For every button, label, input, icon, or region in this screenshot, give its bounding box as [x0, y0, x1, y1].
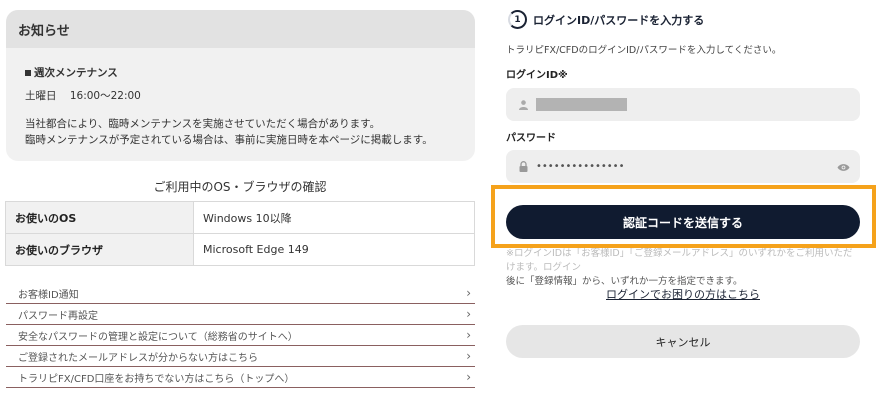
chevron-right-icon: › [466, 370, 471, 384]
eye-icon[interactable] [837, 157, 850, 176]
step-header: 1 ログインID/パスワードを入力する [508, 10, 704, 29]
password-input[interactable]: ••••••••••••••• [506, 150, 860, 183]
env-table: お使いのOS Windows 10以降 お使いのブラウザ Microsoft E… [5, 201, 475, 266]
os-label: お使いのOS [5, 201, 194, 234]
password-label: パスワード [506, 133, 556, 144]
login-id-note: ※ログインIDは「お客様ID」「ご登録メールアドレス」のいずれかをご利用いただけ… [506, 247, 860, 289]
browser-value: Microsoft Edge 149 [193, 233, 475, 266]
link-customer-id-notice[interactable]: お客様ID通知 › [6, 283, 475, 304]
login-help-link[interactable]: ログインでお困りの方はこちら [506, 286, 860, 302]
login-id-label: ログインID※ [506, 70, 568, 81]
link-open-account[interactable]: トラリピFX/CFD口座をお持ちでない方はこちら（トップへ） › [6, 367, 475, 388]
square-bullet-icon [25, 69, 31, 76]
link-forgot-email[interactable]: ご登録されたメールアドレスが分からない方はこちら › [6, 346, 475, 367]
link-password-safety[interactable]: 安全なパスワードの管理と設定について（総務省のサイトへ） › [6, 325, 475, 346]
chevron-right-icon: › [466, 349, 471, 363]
env-check-title: ご利用中のOS・ブラウザの確認 [153, 180, 327, 194]
user-icon [516, 99, 530, 110]
link-password-reset[interactable]: パスワード再設定 › [6, 304, 475, 325]
notice-title: お知らせ [6, 10, 475, 48]
chevron-right-icon: › [466, 286, 471, 300]
link-label: ご登録されたメールアドレスが分からない方はこちら [18, 352, 258, 364]
chevron-right-icon: › [466, 307, 471, 321]
table-row: お使いのブラウザ Microsoft Edge 149 [5, 233, 475, 266]
password-value: ••••••••••••••• [536, 161, 625, 172]
login-description: トラリピFX/CFDのログインID/パスワードを入力してください。 [506, 45, 782, 56]
lock-icon [516, 161, 530, 172]
chevron-right-icon: › [466, 328, 471, 342]
link-label: お客様ID通知 [18, 289, 79, 301]
notice-line-1: 当社都合により、臨時メンテナンスを実施させていただく場合があります。 [25, 118, 381, 130]
notice-day: 土曜日 [25, 90, 57, 102]
send-auth-code-button[interactable]: 認証コードを送信する [506, 205, 860, 239]
link-label: パスワード再設定 [18, 310, 98, 322]
notice-time-range: 16:00〜22:00 [69, 90, 141, 102]
masked-login-id [536, 98, 627, 111]
notice-panel: お知らせ 週次メンテナンス 土曜日 16:00〜22:00 当社都合により、臨時… [6, 10, 475, 161]
notice-subtitle: 週次メンテナンス [25, 65, 475, 80]
link-label: 安全なパスワードの管理と設定について（総務省のサイトへ） [18, 331, 298, 343]
notice-line-2: 臨時メンテナンスが予定されている場合は、事前に実施日時を本ページに掲載します。 [25, 134, 433, 146]
notice-body: 週次メンテナンス 土曜日 16:00〜22:00 当社都合により、臨時メンテナン… [6, 48, 475, 148]
link-label: トラリピFX/CFD口座をお持ちでない方はこちら（トップへ） [18, 373, 295, 385]
cancel-button[interactable]: キャンセル [506, 325, 860, 358]
login-id-input[interactable] [506, 88, 860, 121]
notice-schedule: 土曜日 16:00〜22:00 [25, 88, 475, 103]
os-value: Windows 10以降 [193, 201, 475, 234]
note-faded-line: ※ログインIDは「お客様ID」「ご登録メールアドレス」のいずれかをご利用いただけ… [506, 248, 853, 273]
step-title: ログインID/パスワードを入力する [533, 13, 705, 27]
table-row: お使いのOS Windows 10以降 [5, 201, 475, 234]
help-links-list: お客様ID通知 › パスワード再設定 › 安全なパスワードの管理と設定について（… [6, 283, 475, 388]
step-progress-icon: 1 [508, 10, 527, 29]
browser-label: お使いのブラウザ [5, 233, 194, 266]
notice-subtitle-text: 週次メンテナンス [34, 67, 118, 79]
